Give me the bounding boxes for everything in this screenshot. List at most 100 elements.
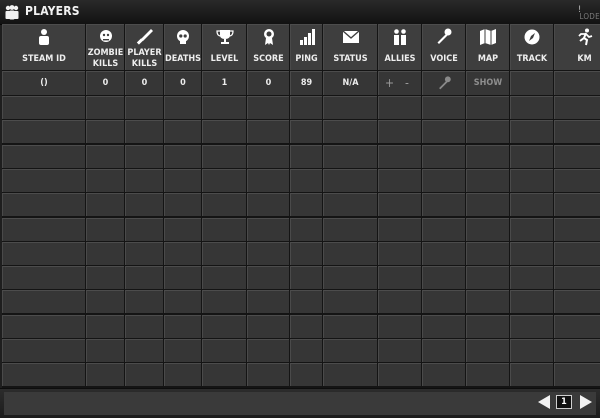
empty-cell [466, 96, 509, 119]
empty-cell [202, 339, 246, 362]
header-allies: ALLIES [378, 24, 421, 70]
remove-ally-button[interactable]: - [405, 76, 409, 90]
player-cell-player-kills: 0 [125, 71, 163, 95]
empty-cell [164, 363, 201, 386]
current-page-number[interactable]: 1 [556, 395, 572, 409]
header-level: LEVEL [202, 24, 246, 70]
zombie-icon [99, 30, 112, 42]
empty-cell [290, 363, 322, 386]
players-group-icon [5, 5, 19, 20]
empty-cell [125, 169, 163, 192]
empty-cell [422, 290, 465, 313]
empty-cell [554, 169, 600, 192]
empty-cell [466, 339, 509, 362]
empty-cell [378, 169, 421, 192]
empty-cell [290, 339, 322, 362]
empty-cell [164, 290, 201, 313]
empty-cell [510, 266, 553, 289]
empty-cell [378, 120, 421, 143]
player-cell-track [510, 71, 553, 95]
cell-value: 1 [221, 78, 228, 88]
empty-cell [323, 363, 377, 386]
header-label: VOICE [430, 54, 458, 64]
empty-cell [125, 96, 163, 119]
previous-page-arrow-icon[interactable] [538, 395, 550, 409]
player-cell-steam-id: () [2, 71, 85, 95]
next-page-arrow-icon[interactable] [580, 395, 592, 409]
empty-cell [2, 120, 85, 143]
empty-cell [510, 363, 553, 386]
empty-cell [2, 315, 85, 338]
microphone-icon [437, 28, 452, 44]
empty-cell [86, 290, 124, 313]
empty-cell [164, 242, 201, 265]
cell-value: 0 [102, 78, 109, 88]
empty-cell [290, 96, 322, 119]
header-label: ALLIES [384, 54, 416, 64]
empty-cell [554, 315, 600, 338]
empty-cell [125, 242, 163, 265]
empty-cell [290, 218, 322, 241]
empty-cell [247, 193, 289, 216]
runner-icon [577, 28, 592, 46]
header-label: TRACK [516, 54, 548, 64]
player-cell-zombie-kills: 0 [86, 71, 124, 95]
empty-cell [510, 218, 553, 241]
header-score: SCORE [247, 24, 289, 70]
add-ally-button[interactable]: + [385, 76, 394, 90]
empty-cell [247, 242, 289, 265]
empty-cell [164, 120, 201, 143]
player-cell-score: 0 [247, 71, 289, 95]
empty-cell [422, 363, 465, 386]
empty-cell [323, 290, 377, 313]
empty-cell [554, 120, 600, 143]
empty-cell [164, 169, 201, 192]
empty-cell [510, 169, 553, 192]
header-label: STATUS [333, 54, 368, 64]
empty-cell [422, 193, 465, 216]
empty-cell [2, 266, 85, 289]
show-on-map-button[interactable]: SHOW [467, 78, 509, 88]
empty-cell [247, 120, 289, 143]
empty-cell [86, 339, 124, 362]
empty-cell [2, 339, 85, 362]
map-icon [480, 29, 496, 45]
empty-cell [86, 242, 124, 265]
empty-cell [422, 120, 465, 143]
empty-cell [554, 218, 600, 241]
empty-cell [422, 169, 465, 192]
empty-cell [2, 145, 85, 168]
empty-cell [202, 96, 246, 119]
empty-cell [164, 266, 201, 289]
empty-cell [202, 145, 246, 168]
empty-cell [422, 96, 465, 119]
empty-cell [202, 266, 246, 289]
empty-cell [323, 120, 377, 143]
empty-cell [247, 363, 289, 386]
player-cell-map: SHOW [466, 71, 509, 95]
header-km: KM [554, 24, 600, 70]
empty-cell [2, 169, 85, 192]
empty-cell [510, 315, 553, 338]
empty-cell [125, 266, 163, 289]
empty-cell [554, 266, 600, 289]
empty-cell [290, 315, 322, 338]
empty-cell [554, 290, 600, 313]
signal-bars-icon [299, 29, 315, 45]
footer-bar: 1 [0, 388, 600, 418]
empty-cell [378, 339, 421, 362]
empty-cell [378, 266, 421, 289]
empty-cell [2, 193, 85, 216]
empty-cell [554, 339, 600, 362]
side-label: LODE [579, 12, 600, 21]
empty-cell [554, 145, 600, 168]
empty-cell [164, 218, 201, 241]
player-cell-ping: 89 [290, 71, 322, 95]
header-steam-id: STEAM ID [2, 24, 85, 70]
empty-cell [202, 120, 246, 143]
mute-microphone-icon[interactable] [437, 76, 452, 91]
pagination-bar [4, 392, 596, 415]
header-label: ZOMBIE KILLS [87, 48, 124, 69]
player-cell-allies: + - [378, 71, 421, 95]
empty-cell [247, 266, 289, 289]
